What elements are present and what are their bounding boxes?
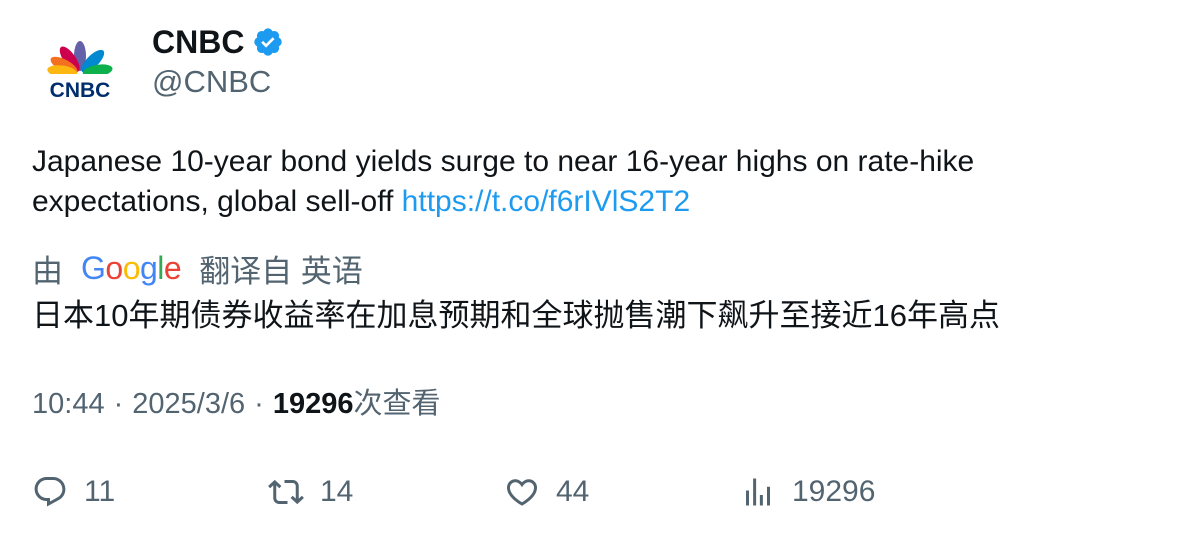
avatar[interactable]: CNBC [32,22,128,118]
tweet-actions: 11 14 44 19296 [32,470,1172,514]
reply-count: 11 [84,475,116,508]
verified-badge-icon[interactable] [252,26,284,58]
retweet-count: 14 [320,475,354,508]
google-letter-e: e [163,249,182,286]
google-logo: Google [81,249,182,287]
analytics-icon [746,478,770,506]
like-button[interactable]: 44 [504,470,589,514]
tweet-time[interactable]: 10:44 [32,384,105,424]
translation-suffix: 翻译自 英语 [199,253,363,289]
views-button[interactable]: 19296 [740,470,875,514]
google-letter-l: l [157,249,164,286]
google-letter-g: G [81,249,106,286]
translation-attribution[interactable]: 由 Google 翻译自 英语 [32,246,363,290]
author-handle[interactable]: @CNBC [152,62,271,102]
views-label: 次查看 [353,388,441,420]
tweet-date[interactable]: 2025/3/6 [132,384,245,424]
google-letter-o1: o [105,249,123,286]
tweet-link[interactable]: https://t.co/f6rIVlS2T2 [402,185,690,218]
meta-separator: · [113,388,124,420]
google-letter-o2: o [122,249,141,286]
heart-icon [506,479,538,506]
reply-button[interactable]: 11 [32,470,115,514]
meta-separator-2: · [254,388,264,420]
retweet-icon [268,479,304,505]
author-name-row: CNBC [152,22,284,62]
views-action-count: 19296 [792,475,876,508]
tweet-meta: 10:44 · 2025/3/6 · 19296 次查看 [32,384,440,424]
google-letter-g2: g [139,249,158,286]
author-display-name[interactable]: CNBC [152,22,244,62]
avatar-wordmark: CNBC [50,79,111,102]
retweet-button[interactable]: 14 [268,470,353,514]
translation-prefix: 由 [32,253,63,289]
translated-text: 日本10年期债券收益率在加息预期和全球抛售潮下飙升至接近16年高点 [32,298,1000,333]
cnbc-peacock-logo-icon: CNBC [40,41,120,104]
views-count: 19296 [272,388,354,420]
like-count: 44 [556,475,590,508]
reply-icon [34,477,66,507]
tweet-text: Japanese 10-year bond yields surge to ne… [32,142,1142,222]
